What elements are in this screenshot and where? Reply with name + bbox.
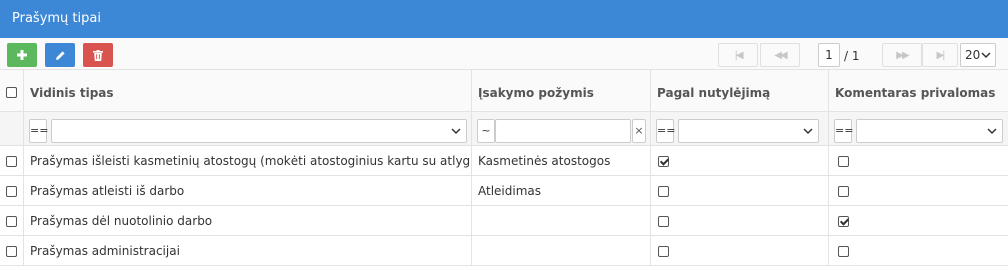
cell-internal-type: Prašymas išleisti kasmetinių atostogų (m… bbox=[24, 146, 472, 176]
cell-default bbox=[651, 146, 829, 176]
table-row[interactable]: Prašymas dėl nuotolinio darbo bbox=[0, 206, 1008, 236]
cell-comment-required bbox=[829, 206, 1008, 236]
comment-required-checkbox bbox=[838, 186, 849, 197]
chevron-down-icon bbox=[803, 128, 813, 135]
filter-select[interactable] bbox=[678, 119, 819, 143]
default-checkbox bbox=[658, 246, 669, 257]
add-button[interactable] bbox=[7, 43, 37, 67]
last-page-icon: ▶| bbox=[936, 49, 945, 61]
cell-comment-required bbox=[829, 146, 1008, 176]
pencil-icon bbox=[55, 50, 65, 60]
cell-default bbox=[651, 236, 829, 266]
table-row[interactable]: Prašymas išleisti kasmetinių atostogų (m… bbox=[0, 146, 1008, 176]
cell-order-flag: Kasmetinės atostogos bbox=[472, 146, 651, 176]
cell-order-flag bbox=[472, 236, 651, 266]
cell-comment-required bbox=[829, 236, 1008, 266]
page-size-value: 20 bbox=[965, 48, 981, 62]
row-select-cell bbox=[0, 206, 24, 236]
default-checkbox bbox=[658, 156, 669, 167]
cell-default bbox=[651, 176, 829, 206]
cell-order-flag: Atleidimas bbox=[472, 176, 651, 206]
row-select-cell bbox=[0, 176, 24, 206]
edit-button[interactable] bbox=[45, 43, 75, 67]
filter-cell-internal-type: == bbox=[24, 112, 472, 146]
row-select-cell bbox=[0, 236, 24, 266]
filter-cell-default: == bbox=[651, 112, 829, 146]
cell-internal-type: Prašymas administracijai bbox=[24, 236, 472, 266]
comment-required-checkbox bbox=[838, 246, 849, 257]
next-page-button[interactable]: ▶▶ bbox=[882, 43, 922, 67]
table-row[interactable]: Prašymas administracijai bbox=[0, 236, 1008, 266]
comment-required-checkbox bbox=[838, 216, 849, 227]
page-size-select[interactable]: 20 bbox=[960, 43, 996, 67]
filter-text-input[interactable] bbox=[495, 119, 631, 143]
cell-internal-type: Prašymas atleisti iš darbo bbox=[24, 176, 472, 206]
comment-required-checkbox bbox=[838, 156, 849, 167]
page-title: Prašymų tipai bbox=[0, 0, 1008, 38]
table-row[interactable]: Prašymas atleisti iš darbo Atleidimas bbox=[0, 176, 1008, 206]
chevron-down-icon bbox=[451, 128, 461, 135]
filter-row: == ~ × == == bbox=[0, 112, 1008, 146]
filter-select[interactable] bbox=[51, 119, 467, 143]
filter-operator[interactable]: ~ bbox=[477, 119, 495, 143]
select-all-cell bbox=[0, 70, 24, 112]
select-all-checkbox[interactable] bbox=[6, 87, 17, 98]
chevron-down-icon bbox=[987, 128, 997, 135]
row-checkbox[interactable] bbox=[6, 156, 17, 167]
previous-page-button[interactable]: ◀◀ bbox=[760, 43, 800, 67]
row-checkbox[interactable] bbox=[6, 246, 17, 257]
default-checkbox bbox=[658, 186, 669, 197]
cell-comment-required bbox=[829, 176, 1008, 206]
filter-cell-order-flag: ~ × bbox=[472, 112, 651, 146]
filter-select[interactable] bbox=[856, 119, 1003, 143]
row-checkbox[interactable] bbox=[6, 186, 17, 197]
default-checkbox bbox=[658, 216, 669, 227]
cell-internal-type: Prašymas dėl nuotolinio darbo bbox=[24, 206, 472, 236]
column-header-default[interactable]: Pagal nutylėjimą bbox=[651, 70, 829, 112]
chevron-down-icon bbox=[981, 52, 991, 59]
toolbar: |◀ ◀◀ 1 / 1 ▶▶ ▶| 20 bbox=[0, 38, 1008, 70]
filter-cell-comment-required: == bbox=[829, 112, 1008, 146]
next-page-icon: ▶▶ bbox=[896, 49, 909, 61]
filter-operator[interactable]: == bbox=[656, 119, 675, 143]
page-total: / 1 bbox=[844, 49, 860, 63]
delete-button[interactable] bbox=[83, 43, 113, 67]
cell-default bbox=[651, 206, 829, 236]
filter-operator[interactable]: == bbox=[834, 119, 853, 143]
trash-icon bbox=[93, 49, 103, 61]
row-select-cell bbox=[0, 146, 24, 176]
first-page-icon: |◀ bbox=[734, 49, 743, 61]
page-number-input[interactable]: 1 bbox=[818, 43, 840, 67]
plus-icon bbox=[17, 50, 27, 60]
column-header-order-flag[interactable]: Įsakymo požymis bbox=[472, 70, 651, 112]
filter-spacer bbox=[0, 112, 24, 146]
column-header-internal-type[interactable]: Vidinis tipas bbox=[24, 70, 472, 112]
grid-header: Vidinis tipas Įsakymo požymis Pagal nuty… bbox=[0, 70, 1008, 112]
previous-page-icon: ◀◀ bbox=[774, 49, 787, 61]
last-page-button[interactable]: ▶| bbox=[922, 43, 958, 67]
row-checkbox[interactable] bbox=[6, 216, 17, 227]
filter-operator[interactable]: == bbox=[29, 119, 48, 143]
first-page-button[interactable]: |◀ bbox=[718, 43, 758, 67]
column-header-comment-required[interactable]: Komentaras privalomas bbox=[829, 70, 1008, 112]
filter-clear-button[interactable]: × bbox=[632, 119, 646, 143]
cell-order-flag bbox=[472, 206, 651, 236]
